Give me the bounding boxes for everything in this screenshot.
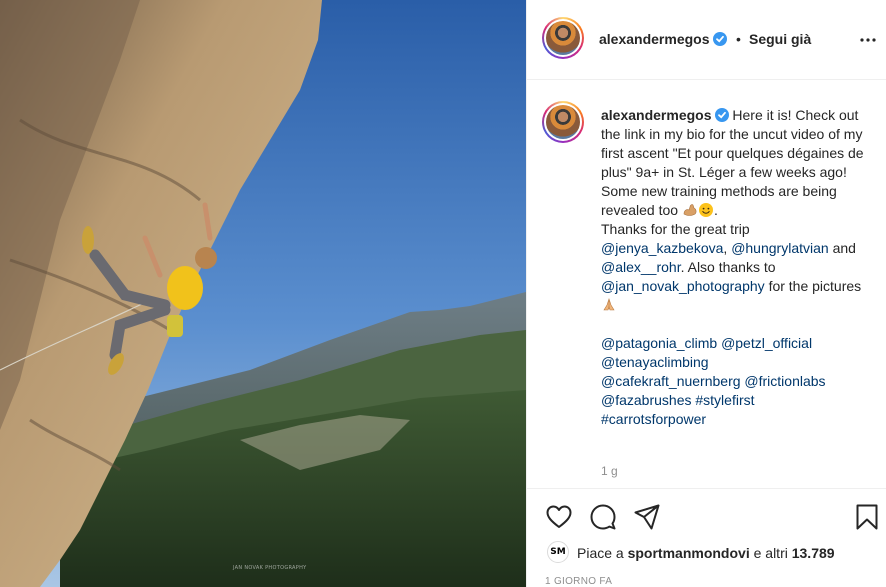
climbing-photo: [0, 0, 526, 587]
caption-thanks: Thanks for the great trip: [601, 221, 750, 237]
post-details-panel: alexandermegos • Segui già alexandermego…: [526, 0, 886, 587]
verified-badge-icon: [712, 32, 727, 46]
photo-watermark: JAN NOVAK PHOTOGRAPHY: [233, 565, 307, 571]
following-button[interactable]: Segui già: [749, 31, 811, 47]
post-photo[interactable]: JAN NOVAK PHOTOGRAPHY: [0, 0, 526, 587]
smiling-face-icon: [698, 203, 713, 217]
caption-avatar[interactable]: [542, 101, 584, 143]
caption-period: .: [713, 202, 718, 218]
mention-link[interactable]: @hungrylatvian: [731, 240, 829, 256]
mention-link[interactable]: @petzl_official: [721, 335, 812, 351]
hashtag-link[interactable]: #carrotsforpower: [601, 411, 706, 427]
likes-suffix: e altri: [753, 545, 788, 561]
mention-link[interactable]: @jan_novak_photography: [601, 278, 765, 294]
caption-text: Here it is! Check out the link in my bio…: [601, 107, 864, 218]
hashtag-link[interactable]: #stylefirst: [695, 392, 754, 408]
caption-and: and: [832, 240, 856, 256]
post-caption: alexandermegos Here it is! Check out the…: [601, 106, 867, 429]
liker-username[interactable]: sportmanmondovi: [628, 545, 750, 561]
likes-count[interactable]: 13.789: [792, 545, 835, 561]
caption-also: . Also thanks to: [680, 259, 776, 275]
likes-prefix: Piace a: [577, 545, 624, 561]
mention-link[interactable]: @cafekraft_nuernberg: [601, 373, 741, 389]
liker-avatar[interactable]: SM: [547, 541, 569, 563]
verified-badge-icon: [714, 108, 729, 122]
avatar[interactable]: [542, 17, 584, 59]
mention-link[interactable]: @patagonia_climb: [601, 335, 717, 351]
caption-tags: @patagonia_climb @petzl_official @tenaya…: [601, 334, 867, 429]
bookmark-icon[interactable]: [853, 503, 881, 531]
post-header: alexandermegos • Segui già: [527, 0, 886, 80]
header-username[interactable]: alexandermegos: [599, 31, 727, 47]
caption-for-the: for the pictures: [768, 278, 862, 294]
mention-link[interactable]: @frictionlabs: [744, 373, 825, 389]
mention-link[interactable]: @tenayaclimbing: [601, 354, 709, 370]
comment-time[interactable]: 1 g: [601, 464, 618, 478]
more-horizontal-icon[interactable]: [859, 32, 877, 48]
folded-hands-icon: [603, 298, 615, 311]
separator-dot: •: [736, 31, 741, 47]
heart-icon[interactable]: [545, 503, 573, 531]
mention-link[interactable]: @alex__rohr: [601, 259, 681, 275]
mention-link[interactable]: @fazabrushes: [601, 392, 691, 408]
paper-plane-icon[interactable]: [633, 503, 661, 531]
caption-username[interactable]: alexandermegos: [601, 107, 712, 123]
mention-link[interactable]: @jenya_kazbekova: [601, 240, 723, 256]
likes-summary[interactable]: Piace a sportmanmondovi e altri 13.789: [577, 545, 835, 561]
post-date[interactable]: 1 GIORNO FA: [545, 576, 612, 587]
flexed-biceps-icon: [683, 204, 697, 216]
action-bar: [527, 488, 886, 544]
username-text[interactable]: alexandermegos: [599, 31, 710, 47]
comment-icon[interactable]: [589, 503, 617, 531]
caption-comma: ,: [723, 240, 728, 256]
